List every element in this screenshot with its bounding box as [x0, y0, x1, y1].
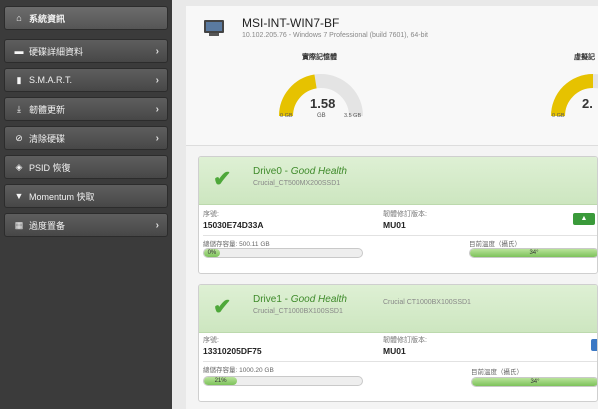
- home-icon: ⌂: [16, 13, 22, 23]
- hostname: MSI-INT-WIN7-BF: [242, 16, 340, 30]
- sidebar-item-label: 過度置备: [29, 220, 66, 231]
- firmware-label: 韌體修訂版本:: [383, 337, 427, 344]
- firmware-value: MU01: [383, 220, 406, 230]
- serial-label: 序號:: [203, 211, 219, 218]
- sidebar-item-label: S.M.A.R.T.: [29, 75, 73, 85]
- chevron-right-icon: ›: [155, 219, 159, 231]
- chart-icon: ▮: [16, 74, 22, 85]
- sidebar: ⌂ 系統資訊 ▬ 硬碟詳細資料 › ▮ S.M.A.R.T. › ⤓ 韌體更新 …: [0, 0, 172, 409]
- drive-name: Drive0 - Good Health: [253, 166, 347, 177]
- grid-icon: ▦: [14, 219, 24, 230]
- firmware-value: MU01: [383, 346, 406, 356]
- drive-model: Crucial_CT500MX200SSD1: [253, 180, 341, 187]
- sidebar-item-label: 清除硬碟: [29, 133, 66, 144]
- capacity-bar-fill: 21%: [204, 377, 238, 385]
- gauge-min: 0 GB: [280, 113, 293, 119]
- system-info-header: MSI-INT-WIN7-BF 10.102.205.76 - Windows …: [186, 6, 598, 146]
- drive-model: Crucial_CT1000BX100SSD1: [253, 308, 343, 315]
- drive-name: Drive1 - Good Health: [253, 294, 347, 305]
- chevron-right-icon: ›: [155, 132, 159, 144]
- check-icon: ✔: [213, 166, 232, 191]
- capacity-bar: 21%: [203, 376, 363, 386]
- drive-panel: ✔ Drive0 - Good Health Crucial_CT500MX20…: [198, 156, 598, 274]
- drive-header: ✔ Drive0 - Good Health Crucial_CT500MX20…: [199, 157, 597, 205]
- gauge-max: 3.5 GB: [344, 113, 362, 119]
- sidebar-item-label: PSID 恢復: [29, 162, 71, 173]
- sidebar-item-over-provisioning[interactable]: ▦ 過度置备 ›: [4, 213, 168, 237]
- chevron-right-icon: ›: [155, 103, 159, 115]
- erase-icon: ⊘: [15, 132, 23, 143]
- sidebar-item-label: 硬碟詳細資料: [29, 46, 84, 57]
- capacity-label: 總儲存容量: 1000.20 GB: [203, 367, 274, 374]
- temperature-bar-fill: 34°: [470, 249, 597, 257]
- sidebar-item-psid-revert[interactable]: ◈ PSID 恢復: [4, 155, 168, 179]
- person-icon: ▲: [580, 215, 588, 222]
- download-icon: ⤓: [17, 103, 21, 114]
- temperature-label: 目前溫度（攝氏）: [471, 369, 523, 376]
- sidebar-item-drive-details[interactable]: ▬ 硬碟詳細資料 ›: [4, 39, 168, 63]
- psid-icon: ◈: [15, 161, 23, 172]
- temperature-label: 目前溫度（攝氏）: [469, 241, 521, 248]
- sidebar-item-firmware-update[interactable]: ⤓ 韌體更新 ›: [4, 97, 168, 121]
- chevron-right-icon: ›: [155, 74, 159, 86]
- drive-header: ✔ Drive1 - Good Health Crucial_CT1000BX1…: [199, 285, 597, 333]
- gauge-value: 1.58: [310, 96, 336, 111]
- temperature-bar-fill: 34°: [472, 378, 597, 386]
- temperature-bar: 34°: [471, 377, 597, 387]
- system-subtitle: 10.102.205.76 - Windows 7 Professional (…: [242, 32, 428, 39]
- check-icon: ✔: [213, 294, 232, 319]
- drive-action-button[interactable]: ✎: [591, 339, 597, 351]
- drive-icon: ▬: [14, 46, 24, 56]
- capacity-bar-fill: 0%: [204, 249, 220, 257]
- sidebar-item-label: Momentum 快取: [29, 191, 95, 202]
- gauge-value: 2.: [582, 96, 593, 111]
- gauge-title: 虛擬記: [574, 54, 595, 61]
- main-panel: MSI-INT-WIN7-BF 10.102.205.76 - Windows …: [186, 6, 598, 409]
- serial-value: 15030E74D33A: [203, 220, 264, 230]
- gauge-unit: GB: [317, 113, 326, 119]
- firmware-label: 韌體修訂版本:: [383, 211, 427, 218]
- funnel-icon: ▼: [14, 191, 24, 201]
- sidebar-item-momentum-cache[interactable]: ▼ Momentum 快取: [4, 184, 168, 208]
- capacity-label: 總儲存容量: 500.11 GB: [203, 241, 270, 248]
- sidebar-item-label: 韌體更新: [29, 104, 66, 115]
- gauge-min: 0 GB: [552, 113, 565, 119]
- drive-model-secondary: Crucial CT1000BX100SSD1: [383, 299, 471, 306]
- computer-icon: [204, 20, 224, 36]
- drive-action-button[interactable]: ▲: [573, 213, 595, 225]
- drive-panel: ✔ Drive1 - Good Health Crucial_CT1000BX1…: [198, 284, 598, 402]
- sidebar-item-smart[interactable]: ▮ S.M.A.R.T. ›: [4, 68, 168, 92]
- sidebar-item-label: 系統資訊: [29, 13, 66, 24]
- serial-value: 13310205DF75: [203, 346, 262, 356]
- gauge-title: 實際記憶體: [302, 54, 337, 61]
- chevron-right-icon: ›: [155, 45, 159, 57]
- capacity-bar: 0%: [203, 248, 363, 258]
- sidebar-item-system-info[interactable]: ⌂ 系統資訊: [4, 6, 168, 30]
- sidebar-item-erase-drive[interactable]: ⊘ 清除硬碟 ›: [4, 126, 168, 150]
- temperature-bar: 34°: [469, 248, 597, 258]
- serial-label: 序號:: [203, 337, 219, 344]
